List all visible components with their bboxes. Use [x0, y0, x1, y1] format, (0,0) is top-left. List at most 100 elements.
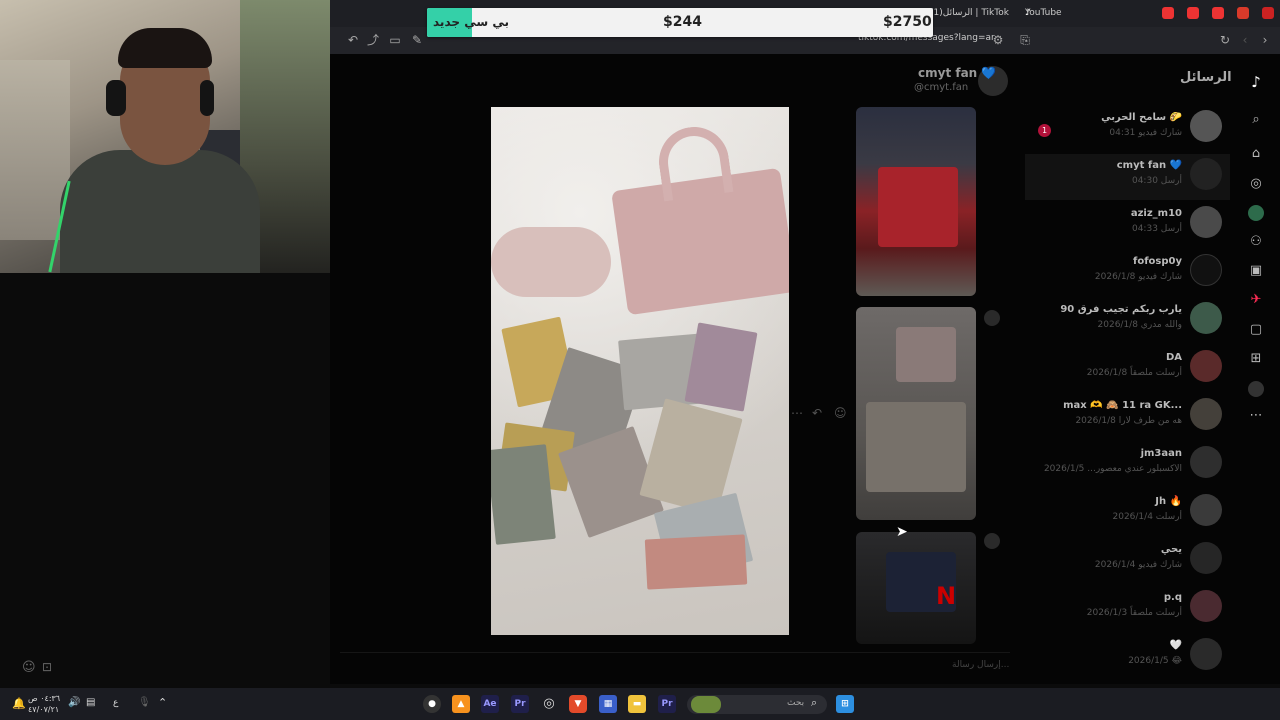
chat-contact-name[interactable]: cmyt fan 💙 — [918, 66, 996, 80]
after-effects-icon[interactable]: Ae — [481, 695, 499, 713]
conversation-item[interactable]: يحي شارك فيديو 2026/1/4 — [1025, 538, 1230, 584]
home-icon[interactable]: ⌂ — [1248, 146, 1264, 162]
vlc-icon[interactable]: ▲ — [452, 695, 470, 713]
conversation-item[interactable]: يارب ربكم تجيب فرق 90 والله مدري 2026/1/… — [1025, 298, 1230, 344]
bag-shape — [896, 327, 956, 382]
expanded-image[interactable] — [491, 107, 789, 635]
conversation-name: fofosp0y — [1132, 256, 1182, 267]
tab-youtube[interactable]: YouTube — [1025, 5, 1062, 22]
react-emoji-icon[interactable]: ☺ — [834, 406, 847, 420]
chat-contact-handle: @cmyt.fan — [914, 82, 969, 93]
tray-chevron-icon[interactable]: ⌃ — [158, 696, 167, 709]
image-attach-icon[interactable]: ⊡ — [42, 660, 52, 674]
price-banner: بي سي جديد $244 $2750 — [427, 8, 933, 37]
conversation-item[interactable]: سامح الحربي 🌮 شارك فيديو 04:31 — [1025, 106, 1230, 152]
conversation-preview: شارك فيديو 04:31 — [1109, 128, 1182, 138]
message-composer — [340, 652, 1010, 682]
conversation-name: سامح الحربي 🌮 — [1101, 112, 1182, 123]
avatar — [1190, 542, 1222, 574]
avatar — [1190, 638, 1222, 670]
banner-label: بي سي جديد — [433, 15, 509, 29]
pouch — [491, 227, 611, 297]
emoji-icon[interactable]: ☺ — [22, 660, 36, 675]
back-icon[interactable]: ‹ — [1238, 33, 1252, 47]
conversation-item[interactable]: jm3aan الاكسبلور عندي معصور... 2026/1/5 — [1025, 442, 1230, 488]
shared-video-thumbnail[interactable] — [856, 307, 976, 520]
more-options-icon[interactable]: ⋯ — [791, 406, 803, 420]
avatar — [1190, 302, 1222, 334]
conversation-preview: الاكسبلور عندي معصور... 2026/1/5 — [1043, 464, 1182, 474]
shared-video-thumbnail[interactable]: N — [856, 532, 976, 644]
message-input[interactable]: إرسال رسالة... — [952, 660, 1009, 670]
obs-icon[interactable]: ● — [423, 695, 441, 713]
shared-video-thumbnail[interactable] — [856, 107, 976, 296]
bookmark-icon[interactable]: ⎘ — [1018, 33, 1032, 47]
profile-avatar-icon[interactable] — [1248, 205, 1264, 221]
share-icon[interactable]: ⤴ — [366, 33, 380, 47]
conversation-preview: شارك فيديو 2026/1/4 — [1094, 560, 1182, 570]
live-icon[interactable]: ▣ — [1248, 263, 1264, 279]
conversation-name: يحي — [1160, 544, 1182, 555]
banner-price-right: $2750 — [883, 14, 932, 30]
notification-bell-icon[interactable]: 🔔 — [12, 697, 26, 710]
windows-start-icon[interactable]: ⊞ — [836, 695, 854, 713]
reply-icon[interactable]: ↶ — [812, 406, 822, 420]
network-icon[interactable]: ▤ — [86, 697, 95, 708]
conversation-name: cmyt fan 💙 — [1116, 160, 1182, 171]
netflix-logo-icon: N — [936, 582, 957, 610]
taskbar-search[interactable]: بحث ⌕ — [687, 695, 827, 714]
taskbar-date[interactable]: ٤٧/٠٧/٢١ — [28, 705, 59, 714]
brave-browser-icon[interactable]: ▼ — [569, 695, 587, 713]
messages-icon[interactable]: ▢ — [1248, 322, 1264, 338]
following-icon[interactable]: ⚇ — [1248, 234, 1264, 250]
store-icon[interactable]: ▦ — [599, 695, 617, 713]
tram-shape — [878, 167, 958, 247]
undo-icon[interactable]: ↶ — [346, 33, 360, 47]
volume-icon[interactable]: 🔊 — [68, 697, 80, 708]
taskbar-time[interactable]: ٠٤:٣٦ ص — [28, 694, 60, 703]
youtube-tab-icon[interactable] — [1162, 7, 1174, 19]
screen-icon[interactable]: ▭ — [388, 33, 402, 47]
banknote — [491, 444, 556, 545]
microphone-icon[interactable]: 🎙 — [138, 697, 151, 708]
explore-icon[interactable]: ◎ — [1248, 176, 1264, 192]
premiere-icon[interactable]: Pr — [511, 695, 529, 713]
conversation-item[interactable]: max 🫶 🙈 11 ra GK... هه من طرف لارا 2026/… — [1025, 394, 1230, 440]
person-hair — [118, 28, 212, 68]
conversation-preview: أرسلت 2026/1/4 — [1112, 512, 1183, 522]
screen: { "banner": {"label": "بي سي جديد", "pri… — [0, 0, 1280, 720]
avatar — [1190, 446, 1222, 478]
search-icon[interactable]: ⌕ — [1248, 112, 1264, 128]
pinned-tab-icon[interactable] — [1262, 7, 1274, 19]
conversation-item[interactable]: p.q أرسلت ملصقاً 2026/1/3 — [1025, 586, 1230, 632]
more-icon[interactable]: ⋯ — [1248, 408, 1264, 424]
conversation-item[interactable]: 🤍 2026/1/5 😂 — [1025, 634, 1230, 680]
app-tab-icon[interactable] — [1237, 7, 1249, 19]
conversation-item[interactable]: fofosp0y شارك فيديو 2026/1/8 — [1025, 250, 1230, 296]
conversation-item[interactable]: aziz_m10 أرسل 04:33 — [1025, 202, 1230, 248]
premiere-icon-2[interactable]: Pr — [658, 695, 676, 713]
upload-icon[interactable]: ⊞ — [1248, 351, 1264, 367]
file-explorer-icon[interactable]: ▬ — [628, 695, 646, 713]
conversation-name: aziz_m10 — [1130, 208, 1182, 219]
tab-tiktok-messages[interactable]: (1)الرسائل | TikTok — [930, 5, 1009, 22]
conversation-item-active[interactable]: cmyt fan 💙 أرسل 04:30 — [1025, 154, 1230, 200]
conversation-item[interactable]: DA أرسلت ملصقاً 2026/1/8 — [1025, 346, 1230, 392]
forward-icon[interactable]: › — [1258, 33, 1272, 47]
reload-icon[interactable]: ↻ — [1218, 33, 1232, 47]
pen-icon[interactable]: ✎ — [410, 33, 424, 47]
language-indicator[interactable]: ع — [113, 698, 118, 708]
site-settings-icon[interactable]: ⚙ — [991, 33, 1005, 47]
tiktok-logo-icon[interactable]: ♪ — [1248, 74, 1264, 90]
youtube-tab-icon-2[interactable] — [1187, 7, 1199, 19]
conversation-preview: هه من طرف لارا 2026/1/8 — [1075, 416, 1182, 426]
inbox-icon[interactable]: ✈ — [1248, 292, 1264, 308]
conversation-name: 🤍 — [1169, 640, 1182, 651]
conversation-preview: أرسلت ملصقاً 2026/1/8 — [1086, 368, 1182, 378]
conversation-name: DA — [1165, 352, 1182, 363]
youtube-tab-icon-3[interactable] — [1212, 7, 1224, 19]
conversation-preview: شارك فيديو 2026/1/8 — [1094, 272, 1182, 282]
account-avatar-icon[interactable] — [1248, 381, 1264, 397]
conversation-item[interactable]: Jh 🔥 أرسلت 2026/1/4 — [1025, 490, 1230, 536]
chrome-like-icon[interactable]: ◎ — [540, 695, 558, 713]
